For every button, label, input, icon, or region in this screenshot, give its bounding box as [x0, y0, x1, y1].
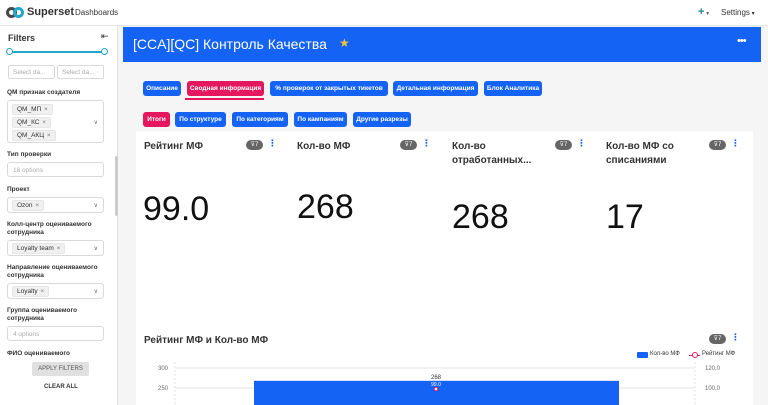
y-tick-label-right: 100,0 [705, 386, 721, 392]
subtab-by-categories[interactable]: По категориям [232, 112, 288, 127]
metric-value: 268 [452, 198, 509, 236]
filter-select-call-center[interactable]: Loyalty team × ∨ [7, 240, 104, 256]
logo-text: Superset [27, 6, 75, 18]
superset-logo[interactable]: Superset [6, 6, 74, 18]
filter-badge[interactable]: ⊽7 [555, 140, 572, 150]
tab-description[interactable]: Описание [143, 81, 181, 96]
filter-tag[interactable]: Loyalty team × [12, 243, 66, 254]
filter-tag[interactable]: Ozon × [12, 200, 45, 211]
chevron-down-icon[interactable]: ∨ [94, 245, 98, 252]
subtab-by-campaigns[interactable]: По кампаниям [294, 112, 347, 127]
metric-value: 17 [606, 198, 644, 236]
filter-select-direction[interactable]: Loyalty × ∨ [7, 283, 104, 299]
chart-menu-icon[interactable]: ⋮ [731, 138, 740, 149]
filter-select-project[interactable]: Ozon × ∨ [7, 197, 104, 213]
sidebar-scrollbar[interactable] [115, 156, 118, 216]
date-end-input[interactable]: Select da... [57, 65, 104, 79]
new-item-plus-button[interactable]: + ▾ [698, 6, 709, 18]
active-tab-underline [185, 98, 264, 100]
dashboard-header: [CCA][QC] Контроль Качества ★ ••• [123, 27, 761, 62]
remove-tag-icon: × [40, 119, 47, 126]
y-tick-label-left: 300 [158, 366, 169, 372]
slider-handle-end[interactable] [101, 48, 108, 55]
y-tick-label-left: 250 [158, 386, 169, 392]
subtab-totals[interactable]: Итоги [143, 112, 170, 127]
tab-percent-closed-tickets[interactable]: % проверок от закрытых тикетов [270, 81, 388, 96]
line-data-label: 99.0 [431, 382, 441, 388]
chart-title: Рейтинг МФ и Кол-во МФ [144, 335, 269, 346]
filter-label-employee-name: ФИО оцениваемого [7, 350, 70, 357]
y-tick-label-right: 120,0 [705, 366, 721, 372]
date-start-input[interactable]: Select da... [8, 65, 55, 79]
chevron-down-icon[interactable]: ∨ [94, 202, 98, 209]
filter-tag[interactable]: Loyalty × [12, 286, 50, 297]
filter-tag[interactable]: QM_КС × [12, 117, 52, 128]
chart-menu-icon[interactable]: ⋮ [577, 138, 586, 149]
remove-tag-icon: × [33, 202, 40, 209]
filter-placeholder: 18 options [13, 167, 43, 174]
apply-filters-button[interactable]: APPLY FILTERS [32, 362, 89, 376]
filter-placeholder: 4 options [13, 331, 40, 338]
metric-value: 268 [297, 188, 354, 226]
superset-logo-icon [6, 6, 24, 18]
metric-title: Кол-во отработанных... [452, 141, 532, 166]
filter-label-direction: Направление оцениваемого сотрудника [7, 264, 98, 279]
chevron-down-icon[interactable]: ∨ [94, 119, 98, 126]
subtab-other-sections[interactable]: Другие разрезы [353, 112, 411, 127]
tab-summary[interactable]: Сводная информация [187, 81, 264, 96]
filter-select-check-type[interactable]: 18 options [7, 162, 104, 177]
favorite-star-icon[interactable]: ★ [339, 36, 350, 50]
top-navbar: Superset Dashboards + ▾ Settings ▾ [0, 0, 768, 26]
filter-tag[interactable]: QM_АКЦ × [12, 130, 56, 141]
metric-title: Кол-во МФ со списаниями [606, 141, 674, 166]
metric-title: Кол-во МФ [297, 141, 351, 152]
filter-badge[interactable]: ⊽7 [246, 140, 263, 150]
remove-tag-icon: × [45, 132, 51, 139]
remove-tag-icon: × [38, 288, 45, 295]
filter-label-project: Проект [7, 186, 30, 193]
filter-select-qm-creator[interactable]: QM_МП × QM_КС × QM_АКЦ × ∨ [7, 100, 104, 143]
filter-badge[interactable]: ⊽7 [400, 140, 417, 150]
filter-badge[interactable]: ⊽7 [709, 140, 726, 150]
filter-label-call-center: Колл-центр оцениваемого сотрудника [7, 221, 92, 236]
chart-menu-icon[interactable]: ⋮ [422, 138, 431, 149]
collapse-sidebar-icon[interactable]: ⇤ [101, 31, 109, 42]
filter-label-group: Группа оцениваемого сотрудника [7, 307, 78, 322]
legend-label-rating[interactable]: Рейтинг МФ [702, 351, 735, 357]
settings-menu[interactable]: Settings ▾ [721, 8, 755, 17]
slider-handle-start[interactable] [6, 48, 13, 55]
metric-title: Рейтинг МФ [144, 141, 204, 152]
filters-sidebar: Filters ⇤ Select da... Select da... QM п… [0, 26, 118, 405]
more-options-icon[interactable]: ••• [737, 35, 747, 47]
bar-data-label: 268 [431, 375, 442, 381]
chart-menu-icon[interactable]: ⋮ [268, 138, 277, 149]
remove-tag-icon: × [42, 106, 48, 113]
legend-dot [692, 352, 698, 358]
legend-swatch-bar [637, 352, 648, 358]
chart-menu-icon[interactable]: ⋮ [731, 332, 740, 343]
legend-label-count[interactable]: Кол-во МФ [650, 351, 680, 357]
filters-title: Filters [8, 33, 36, 43]
metric-value: 99.0 [143, 190, 210, 228]
dashboard-title: [CCA][QC] Контроль Качества [133, 36, 327, 52]
tab-analytics-block[interactable]: Блок Аналитика [484, 81, 542, 96]
filter-label-qm-creator: QM признак создателя [7, 89, 81, 96]
combo-chart: 300 250 120,0 100,0 26899.0 [158, 362, 721, 405]
tab-detailed-info[interactable]: Детальная информация [393, 81, 478, 96]
date-range-slider[interactable] [6, 48, 108, 55]
subtab-by-structure[interactable]: По структуре [175, 112, 226, 127]
clear-all-button[interactable]: CLEAR ALL [44, 384, 78, 390]
filter-tag[interactable]: QM_МП × [12, 104, 53, 115]
filter-select-group[interactable]: 4 options [7, 326, 104, 341]
filter-label-check-type: Тип проверки [7, 151, 52, 158]
remove-tag-icon: × [54, 245, 61, 252]
nav-dashboards-link[interactable]: Dashboards [75, 8, 118, 17]
filter-badge[interactable]: ⊽7 [709, 334, 726, 344]
chevron-down-icon[interactable]: ∨ [94, 288, 98, 295]
